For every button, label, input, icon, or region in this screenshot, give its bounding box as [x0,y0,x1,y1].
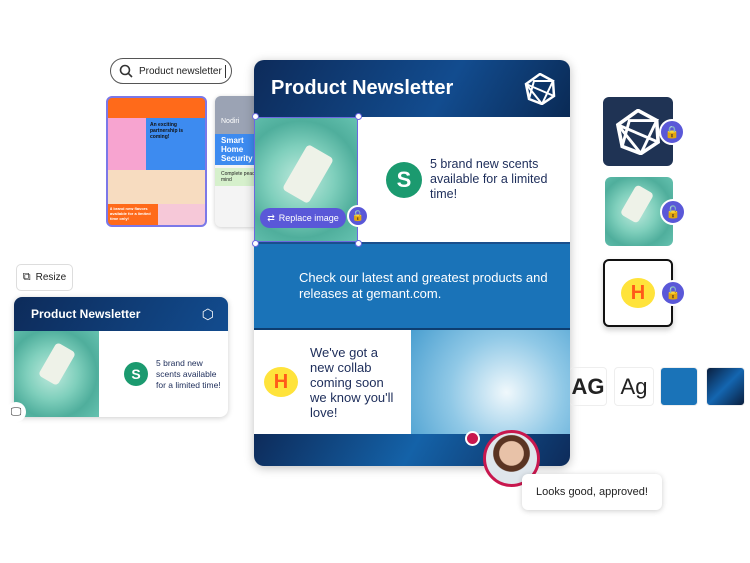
template-thumbnail-1[interactable]: An exciting partnership is coming! 8 bra… [106,96,207,227]
scents-text: 5 brand new scents available for a limit… [430,157,548,201]
template-promo: 8 brand new flavors available for a limi… [108,204,158,225]
comment-marker[interactable] [465,431,480,446]
replace-image-button[interactable]: ⇄ Replace image [260,208,346,228]
resize-handle[interactable] [355,113,362,120]
unlock-icon[interactable]: 🔓 [347,205,369,227]
font-swatch-bold[interactable]: AG [570,367,607,406]
brand-logo-icon: ⬡ [201,305,214,322]
unlock-icon[interactable]: 🔓 [660,280,686,306]
resize-handle[interactable] [252,113,259,120]
preview-text: 5 brand new scents available for a limit… [156,357,221,390]
template-headline: An exciting partnership is coming! [150,122,184,140]
replace-label: Replace image [278,213,339,223]
preview-logo: S [124,362,148,386]
resize-button[interactable]: ⧉ Resize [16,264,73,291]
lock-icon[interactable]: 🔒 [659,119,685,145]
collab-logo: H [264,367,298,397]
spray-image [411,330,570,434]
comment-bubble: Looks good, approved! [522,474,662,510]
resize-label: Resize [35,272,67,283]
collab-text: We've got a new collab coming soon we kn… [310,344,394,420]
newsletter-header: Product Newsletter [254,60,570,117]
resized-preview[interactable]: Product Newsletter ⬡ S 5 brand new scent… [14,297,228,417]
preview-image [14,331,99,417]
collab-logo: H [621,278,655,308]
font-swatch-regular[interactable]: Ag [614,367,654,406]
replace-icon: ⇄ [267,212,275,223]
newsletter-canvas[interactable]: Product Newsletter S 5 brand new scents … [254,60,570,466]
brand-logo-icon [615,108,660,155]
search-icon [119,64,133,78]
search-input[interactable]: Product newsletter [110,58,232,84]
search-value: Product newsletter [139,65,222,77]
promo-band: Check our latest and greatest products a… [254,244,570,328]
brand-logo-icon [524,72,556,105]
resize-handle[interactable] [355,240,362,247]
newsletter-title: Product Newsletter [271,77,454,99]
color-swatch-blue[interactable] [660,367,698,406]
resize-icon: ⧉ [22,271,31,283]
resize-handle[interactable] [252,240,259,247]
unlock-icon[interactable]: 🔓 [660,199,686,225]
preview-title: Product Newsletter [31,307,141,321]
present-icon[interactable]: 🖵 [6,402,26,422]
scents-logo: S [386,161,422,198]
color-swatch-dark[interactable] [706,367,745,406]
